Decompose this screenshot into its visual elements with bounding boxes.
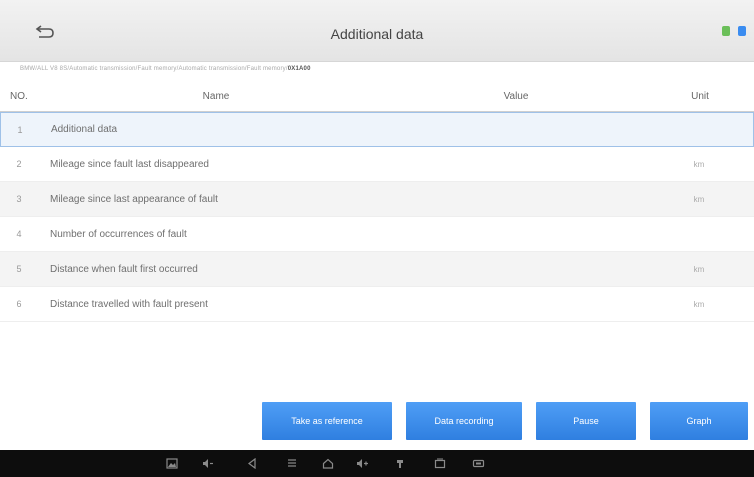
table-row[interactable]: 5 Distance when fault first occurred km [0,252,754,287]
row-number: 5 [16,264,22,274]
graph-button[interactable]: Graph [650,402,748,440]
data-table: NO. Name Value Unit 1 Additional data 2 … [0,82,754,322]
breadcrumb-text: BMW/ALL V8 8S/Automatic transmission/Fau… [20,66,288,72]
vehicle-icon[interactable] [470,456,486,470]
fault-code: 0X1A00 [287,66,311,72]
back-icon[interactable] [244,456,260,470]
system-navigation-bar [0,450,754,477]
table-row[interactable]: 2 Mileage since fault last disappeared k… [0,147,754,182]
row-name: Mileage since fault last disappeared [50,158,209,170]
volume-down-icon[interactable] [200,456,216,470]
pause-button[interactable]: Pause [536,402,636,440]
page-title: Additional data [330,26,424,42]
recent-apps-icon[interactable] [432,456,448,470]
column-name: Name [202,91,230,102]
vci-icon[interactable] [392,456,408,470]
row-number: 2 [16,159,22,169]
home-icon[interactable] [320,456,336,470]
title-bar: Additional data [0,0,754,62]
data-recording-button[interactable]: Data recording [406,402,522,440]
row-unit: km [693,194,705,204]
menu-icon[interactable] [284,456,300,470]
table-row[interactable]: 6 Distance travelled with fault present … [0,287,754,322]
take-as-reference-button[interactable]: Take as reference [262,402,392,440]
row-number: 1 [17,124,23,135]
connection-status-icon [722,26,730,36]
vci-status-icon [738,26,746,36]
table-row[interactable]: 4 Number of occurrences of fault [0,217,754,252]
row-name: Additional data [50,124,118,135]
table-header: NO. Name Value Unit [0,82,754,112]
row-name: Number of occurrences of fault [50,228,187,240]
screenshot-icon[interactable] [164,456,180,470]
row-unit: km [693,159,705,169]
column-value: Value [503,91,529,102]
row-number: 6 [16,299,22,309]
breadcrumb-path: BMW/ALL V8 8S/Automatic transmission/Fau… [20,66,311,72]
row-number: 4 [16,229,22,239]
table-row[interactable]: 1 Additional data [0,112,754,147]
row-unit: km [693,299,705,309]
row-name: Mileage since last appearance of fault [50,193,218,205]
row-name: Distance when fault first occurred [50,263,198,275]
column-unit: Unit [691,91,709,102]
row-name: Distance travelled with fault present [50,298,208,310]
table-row[interactable]: 3 Mileage since last appearance of fault… [0,182,754,217]
action-bar: Take as reference Data recording Pause G… [0,402,754,442]
volume-up-icon[interactable] [354,456,370,470]
row-unit: km [693,264,705,274]
row-number: 3 [16,194,22,204]
column-no: NO. [10,91,28,102]
status-indicators [722,26,746,36]
